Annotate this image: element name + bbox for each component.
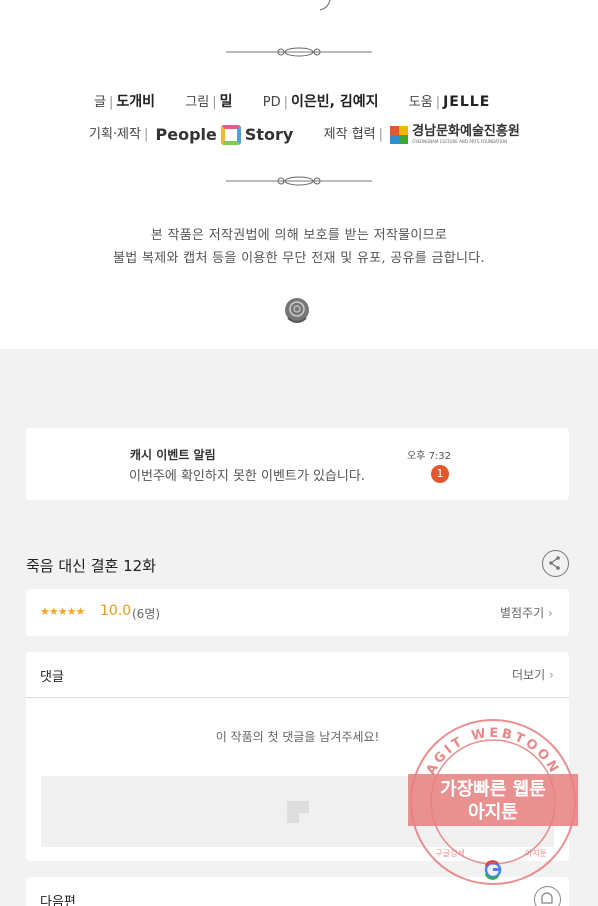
- divider-ornament-2: [226, 176, 372, 186]
- artist-label: 그림: [185, 95, 210, 110]
- pd-label: PD: [262, 95, 281, 110]
- chevron-right-icon: ›: [548, 668, 554, 682]
- credits-line-2: 기획·제작 | People Story 제작 협력 | 경남문화예술진흥원 GYE…: [89, 124, 520, 145]
- assist-name: JELLE: [443, 94, 491, 110]
- partner-name: 경남문화예술진흥원: [412, 124, 520, 139]
- assist-label: 도움: [408, 95, 433, 110]
- episode-title: 죽음 대신 결혼 12화: [26, 557, 156, 575]
- rating-count: (6명): [132, 607, 161, 621]
- people-story-logo-left: People: [155, 125, 217, 144]
- partner-label: 제작 협력: [323, 127, 376, 142]
- writer-name: 도개비: [116, 94, 155, 110]
- credits-section: 글 | 도개비 그림 | 밀 PD | 이은빈, 김예지 도움 | JELLE 기획·제작 | P…: [0, 0, 598, 349]
- comments-more-label: 더보기: [512, 668, 546, 682]
- copyright-line-2: 불법 복제와 캡처 등을 이용한 무단 전재 및 유포, 공유를 금합니다.: [113, 251, 485, 266]
- rose-icon: [285, 298, 309, 323]
- bell-icon: [541, 892, 553, 904]
- comments-more-button[interactable]: 더보기 ›: [512, 666, 554, 683]
- rate-button[interactable]: 별점주기 ›: [500, 604, 553, 621]
- share-icon: [549, 556, 560, 570]
- chevron-right-icon: ›: [548, 606, 553, 620]
- google-icon: [484, 860, 502, 880]
- share-button[interactable]: [542, 550, 569, 577]
- planning-label: 기획·제작: [89, 127, 141, 142]
- next-episode-card[interactable]: 다음편: [26, 877, 569, 906]
- gyeongnam-mark-icon: [390, 125, 409, 144]
- writer-label: 글: [94, 95, 106, 110]
- top-ornament: [319, 0, 331, 11]
- people-story-logo-right: Story: [244, 125, 294, 144]
- divider-ornament: [226, 47, 372, 57]
- rating-card: ★★★★★ 10.0 (6명) 별점주기 ›: [26, 589, 569, 636]
- artist-name: 밀: [219, 94, 233, 110]
- pd-name: 이은빈, 김예지: [291, 94, 379, 110]
- comments-divider: [26, 697, 569, 698]
- notification-card[interactable]: 캐시 이벤트 알림 이번주에 확인하지 못한 이벤트가 있습니다. 오후 7:3…: [26, 428, 569, 500]
- notify-button[interactable]: [534, 886, 561, 906]
- notification-message: 이번주에 확인하지 못한 이벤트가 있습니다.: [129, 469, 365, 484]
- rating-stars: ★★★★★: [40, 605, 85, 618]
- ad-placeholder[interactable]: [41, 776, 554, 847]
- comments-empty-message: 이 작품의 첫 댓글을 남겨주세요!: [215, 730, 380, 744]
- notification-time: 오후 7:32: [407, 451, 452, 462]
- comments-header: 댓글: [40, 670, 64, 685]
- credits-line-1: 글 | 도개비 그림 | 밀 PD | 이은빈, 김예지 도움 | JELLE: [94, 94, 491, 110]
- rating-score: 10.0: [100, 603, 132, 619]
- notification-count-badge: 1: [431, 465, 449, 483]
- people-story-logo: People Story: [155, 124, 294, 145]
- placeholder-image-icon: [287, 801, 309, 823]
- comments-card: 댓글 더보기 › 이 작품의 첫 댓글을 남겨주세요!: [26, 652, 569, 861]
- gyeongnam-foundation-logo: 경남문화예술진흥원 GYEONGNAM CULTURE AND ARTS FOU…: [390, 125, 520, 144]
- partner-sub: GYEONGNAM CULTURE AND ARTS FOUNDATION: [412, 139, 508, 144]
- notification-title: 캐시 이벤트 알림: [130, 448, 216, 462]
- next-episode-label: 다음편: [40, 895, 76, 906]
- copyright-line-1: 본 작품은 저작권법에 의해 보호를 받는 저작물이므로: [150, 228, 448, 243]
- rate-button-label: 별점주기: [500, 606, 545, 620]
- people-story-icon: [220, 124, 241, 145]
